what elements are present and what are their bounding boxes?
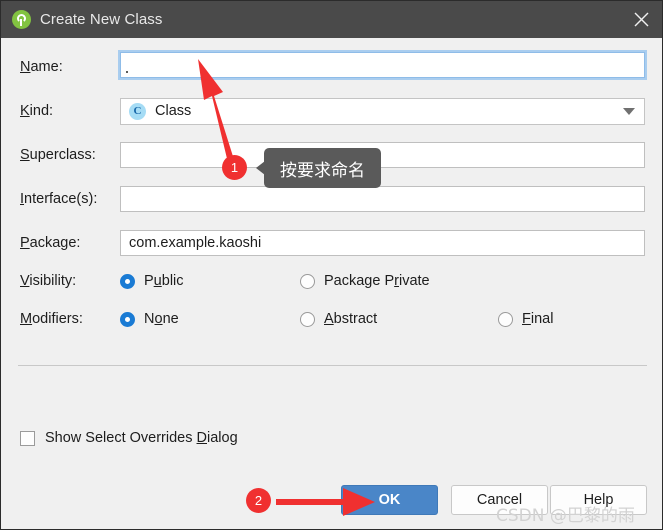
radio-none-label: None [144, 311, 179, 327]
row-kind: Kind: C Class [2, 96, 662, 126]
window-title: Create New Class [40, 11, 163, 28]
annotation-badge-2: 2 [246, 488, 271, 513]
radio-modifier-none[interactable]: None [120, 311, 179, 327]
radio-package-private-icon [300, 273, 315, 289]
radio-abstract-icon [300, 311, 315, 327]
title-bar: Create New Class [1, 1, 662, 38]
package-label: Package: [20, 235, 81, 251]
row-name: Name: [2, 52, 662, 82]
name-label: Name: [20, 59, 63, 75]
radio-modifier-final[interactable]: Final [498, 311, 553, 327]
visibility-label: Visibility: [20, 273, 77, 289]
watermark: CSDN @巴黎的雨 [496, 506, 635, 526]
superclass-label: Superclass: [20, 147, 96, 163]
annotation-badge-1: 1 [222, 155, 247, 180]
close-button[interactable] [618, 1, 662, 38]
android-studio-icon [12, 10, 31, 29]
kind-value: Class [155, 103, 192, 119]
radio-public-label: Public [144, 273, 184, 289]
row-interfaces: Interface(s): [2, 184, 662, 214]
interfaces-input[interactable] [120, 186, 645, 212]
radio-visibility-package-private[interactable]: Package Private [300, 273, 430, 289]
show-select-overrides-checkbox[interactable]: Show Select Overrides Dialog [20, 430, 238, 446]
row-package: Package: com.example.kaoshi [2, 228, 662, 258]
radio-modifier-abstract[interactable]: Abstract [300, 311, 377, 327]
radio-abstract-label: Abstract [324, 311, 378, 327]
checkbox-icon [20, 430, 35, 446]
section-divider [18, 365, 647, 366]
radio-none-icon [120, 311, 135, 327]
radio-package-private-label: Package Private [324, 273, 430, 289]
modifiers-label: Modifiers: [20, 311, 83, 327]
kind-label: Kind: [20, 103, 54, 119]
radio-final-icon [498, 311, 513, 327]
kind-dropdown[interactable]: C Class [120, 97, 645, 125]
radio-final-label: Final [522, 311, 554, 327]
radio-visibility-public[interactable]: Public [120, 273, 184, 289]
row-visibility: Visibility: Public Package Private [2, 266, 662, 296]
text-caret [126, 71, 128, 73]
annotation-tooltip: 按要求命名 [256, 148, 381, 188]
package-input[interactable]: com.example.kaoshi [120, 230, 645, 256]
superclass-input[interactable] [120, 142, 645, 168]
chevron-down-icon[interactable] [623, 108, 635, 115]
package-input-value: com.example.kaoshi [129, 235, 262, 251]
show-select-overrides-label: Show Select Overrides Dialog [45, 430, 238, 446]
radio-public-icon [120, 273, 135, 289]
dialog-body: Name: Kind: C Class Superclass: Interfac [2, 38, 662, 529]
create-new-class-dialog: Create New Class Name: Kind: C Class Sup… [0, 0, 663, 530]
close-icon [634, 12, 648, 27]
ok-button[interactable]: OK [341, 485, 438, 515]
row-modifiers: Modifiers: None Abstract Final [2, 304, 662, 334]
interfaces-label: Interface(s): [20, 191, 98, 207]
class-c-icon: C [129, 102, 146, 120]
name-input[interactable] [120, 52, 645, 78]
